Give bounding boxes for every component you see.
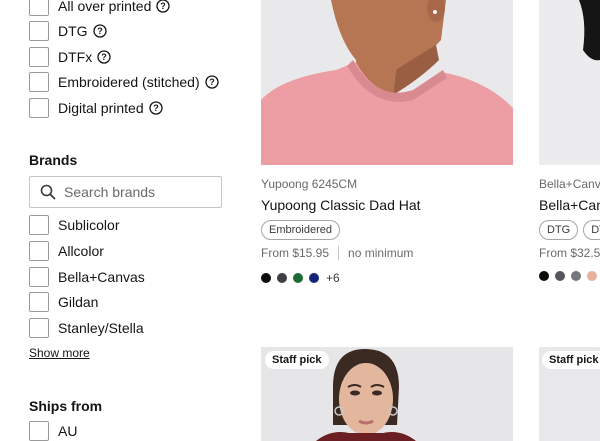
checkbox[interactable] [29,292,49,312]
price-row: From $32.50 [539,246,600,260]
checkbox[interactable] [29,215,49,235]
checkbox[interactable] [29,241,49,261]
technique-tag: DTG [539,220,579,240]
checkbox[interactable] [29,47,49,67]
product-sku: Yupoong 6245CM [261,177,358,191]
product-image[interactable] [261,0,513,165]
technique-tags: DTG DTF [539,220,600,240]
question-circle-icon[interactable]: ? [92,24,107,38]
svg-text:?: ? [153,103,159,113]
product-sku: Bella+Canva [539,177,600,191]
color-swatch[interactable] [539,271,549,281]
brand-search-input[interactable] [64,184,214,200]
question-circle-icon[interactable]: ? [97,50,111,64]
filter-option-label: Embroidered (stitched) [58,74,200,90]
minimum-order: no minimum [348,246,414,260]
filter-option-embroidered[interactable]: Embroidered (stitched) ? [29,72,219,92]
brand-option-label: Bella+Canvas [58,269,145,285]
filter-option-digital-printed[interactable]: Digital printed ? [29,98,163,118]
checkbox[interactable] [29,318,49,338]
ships-from-option-au[interactable]: AU [29,421,77,441]
ships-from-option-label: AU [58,423,78,439]
ships-from-heading: Ships from [29,398,103,414]
checkbox[interactable] [29,267,49,287]
svg-text:?: ? [209,77,215,87]
filter-option-all-over-printed[interactable]: All over printed ? [29,0,171,16]
staff-pick-badge: Staff pick [265,351,329,369]
brand-option-label: Sublicolor [58,217,120,233]
technique-tag: Embroidered [261,220,340,240]
technique-tag: DTF [583,220,600,240]
checkbox[interactable] [29,21,49,41]
brand-option-stanley-stella[interactable]: Stanley/Stella [29,318,144,338]
brand-option-gildan[interactable]: Gildan [29,292,98,312]
question-circle-icon[interactable]: ? [156,0,171,13]
filter-option-label: All over printed [58,0,152,14]
model-photo [261,0,513,165]
model-photo [539,0,600,165]
brand-option-label: Allcolor [58,243,104,259]
price: From $15.95 [261,246,330,260]
checkbox[interactable] [29,72,49,92]
brands-heading: Brands [29,152,78,168]
question-circle-icon[interactable]: ? [204,75,219,89]
svg-text:?: ? [101,52,107,62]
color-swatch[interactable] [309,273,319,283]
brand-option-label: Stanley/Stella [58,320,144,336]
brand-option-allcolor[interactable]: Allcolor [29,241,104,261]
product-image[interactable] [539,0,600,165]
filter-option-dtfx[interactable]: DTFx ? [29,47,111,67]
more-colors-count[interactable]: +6 [326,271,340,285]
divider [338,246,340,260]
svg-text:?: ? [97,26,103,36]
color-swatches: +6 [261,271,340,285]
color-swatches [539,271,597,281]
color-swatch[interactable] [571,271,581,281]
checkbox[interactable] [29,421,49,441]
product-name[interactable]: Bella+Canva [539,197,600,213]
brand-option-label: Gildan [58,294,99,310]
product-name[interactable]: Yupoong Classic Dad Hat [261,197,421,213]
staff-pick-badge: Staff pick [542,351,600,369]
color-swatch[interactable] [277,273,287,283]
brand-option-sublicolor[interactable]: Sublicolor [29,215,119,235]
filter-option-label: DTG [58,23,88,39]
question-circle-icon[interactable]: ? [148,101,163,115]
brand-option-bella-canvas[interactable]: Bella+Canvas [29,267,145,287]
checkbox[interactable] [29,0,49,16]
price-row: From $15.95 no minimum [261,246,413,260]
show-more-brands-link[interactable]: Show more [29,346,90,360]
filter-sidebar: All over printed ? DTG ? DTFx ? Embroide… [0,0,240,441]
filter-option-dtg[interactable]: DTG ? [29,21,107,41]
color-swatch[interactable] [587,271,597,281]
brand-search-field[interactable] [29,176,222,208]
filter-option-label: DTFx [58,49,93,65]
color-swatch[interactable] [261,273,271,283]
filter-option-label: Digital printed [58,100,144,116]
price: From $32.50 [539,246,600,260]
checkbox[interactable] [29,98,49,118]
search-icon [40,184,56,200]
svg-text:?: ? [161,1,167,11]
technique-tags: Embroidered [261,220,340,240]
color-swatch[interactable] [555,271,565,281]
color-swatch[interactable] [293,273,303,283]
